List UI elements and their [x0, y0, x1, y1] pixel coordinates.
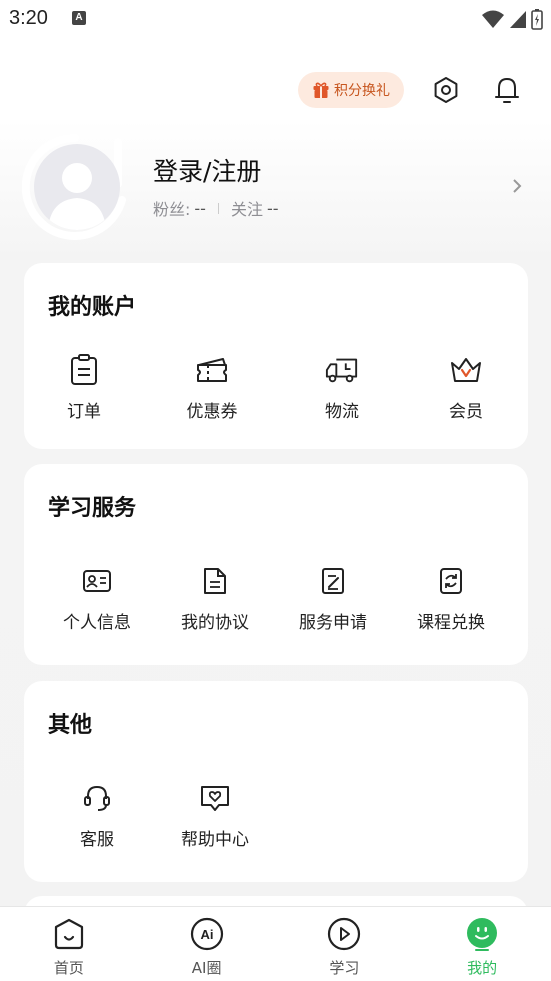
account-item-label: 物流 [325, 402, 359, 422]
status-indicators [481, 8, 543, 30]
learning-item-personal-info[interactable]: 个人信息 [38, 564, 156, 633]
other-item-label: 帮助中心 [181, 830, 249, 850]
other-item-label: 客服 [80, 830, 114, 850]
learning-item-label: 个人信息 [63, 613, 131, 633]
signal-icon [510, 11, 526, 28]
nav-label: 学习 [329, 959, 360, 977]
account-item-label: 优惠券 [186, 402, 238, 422]
account-item-logistics[interactable]: 物流 [280, 353, 404, 422]
nav-item-mine[interactable]: 我的 [413, 907, 551, 981]
learning-item-service-request[interactable]: 服务申请 [274, 564, 392, 633]
followers-value: -- [194, 198, 206, 218]
play-icon [328, 917, 361, 951]
chevron-right-icon[interactable] [511, 178, 523, 194]
learning-item-label: 课程兑换 [417, 613, 485, 633]
other-item-customer-service[interactable]: 客服 [38, 781, 156, 850]
status-time: 3:20 [9, 7, 48, 29]
login-register-link[interactable]: 登录/注册 [153, 152, 261, 188]
document-icon [204, 568, 226, 594]
home-icon [54, 918, 83, 950]
profile-stats: 粉丝: -- 关注 -- [153, 196, 279, 220]
exchange-icon [440, 568, 462, 594]
nav-item-home[interactable]: 首页 [0, 907, 138, 981]
account-item-membership[interactable]: 会员 [404, 353, 528, 422]
bottom-nav: 首页 Ai AI圈 学习 我的 [0, 906, 551, 981]
nav-item-ai-circle[interactable]: Ai AI圈 [138, 907, 276, 981]
edit-document-icon [322, 568, 344, 594]
truck-icon [325, 358, 358, 383]
following-label: 关注 [230, 200, 263, 219]
bell-icon [495, 77, 519, 103]
id-card-icon [83, 570, 111, 592]
account-title: 我的账户 [48, 295, 137, 320]
smile-icon [467, 918, 498, 951]
learning-item-label: 我的协议 [181, 613, 249, 633]
following-value: -- [266, 198, 279, 218]
nav-label: 首页 [53, 959, 84, 977]
nav-item-learn[interactable]: 学习 [276, 907, 414, 981]
points-exchange-label: 积分换礼 [334, 83, 390, 99]
profile-header[interactable]: 登录/注册 粉丝: -- 关注 -- [0, 130, 551, 240]
battery-icon [531, 9, 543, 30]
coupon-icon [197, 358, 227, 382]
gift-icon [313, 82, 329, 98]
account-item-label: 会员 [449, 402, 483, 422]
other-item-help-center[interactable]: 帮助中心 [156, 781, 274, 850]
learning-title: 学习服务 [48, 496, 137, 521]
default-user-icon [48, 163, 106, 230]
nav-label: AI圈 [191, 959, 222, 977]
learning-card: 学习服务 个人信息 我的协议 服务申请 课程兑换 [24, 464, 528, 665]
learning-item-label: 服务申请 [299, 613, 367, 633]
other-grid: 客服 帮助中心 [38, 781, 514, 850]
notification-app-icon: A [72, 11, 86, 25]
svg-text:Ai: Ai [200, 927, 213, 942]
account-grid: 订单 优惠券 物流 会员 [24, 353, 528, 422]
nav-label: 我的 [467, 959, 498, 977]
learning-grid: 个人信息 我的协议 服务申请 课程兑换 [38, 564, 514, 633]
stats-divider [217, 202, 219, 214]
top-actions: 积分换礼 [0, 72, 551, 108]
settings-icon [434, 77, 458, 103]
points-exchange-button[interactable]: 积分换礼 [298, 72, 404, 108]
learning-item-course-exchange[interactable]: 课程兑换 [392, 564, 510, 633]
learning-item-agreements[interactable]: 我的协议 [156, 564, 274, 633]
headset-icon [84, 785, 110, 811]
other-title: 其他 [48, 713, 93, 738]
avatar[interactable] [34, 144, 120, 230]
account-card: 我的账户 订单 优惠券 物流 会员 [24, 263, 528, 449]
ai-icon: Ai [190, 917, 223, 951]
followers-label: 粉丝: [153, 200, 191, 219]
account-item-label: 订单 [67, 402, 101, 422]
account-item-orders[interactable]: 订单 [24, 353, 144, 422]
clipboard-icon [71, 354, 97, 385]
status-bar: 3:20 A [0, 0, 551, 40]
account-item-coupons[interactable]: 优惠券 [144, 353, 280, 422]
settings-button[interactable] [430, 74, 462, 106]
crown-icon [451, 358, 481, 382]
wifi-icon [482, 10, 504, 28]
notification-button[interactable] [491, 74, 523, 106]
help-chat-icon [201, 786, 229, 811]
other-card: 其他 客服 帮助中心 [24, 681, 528, 882]
